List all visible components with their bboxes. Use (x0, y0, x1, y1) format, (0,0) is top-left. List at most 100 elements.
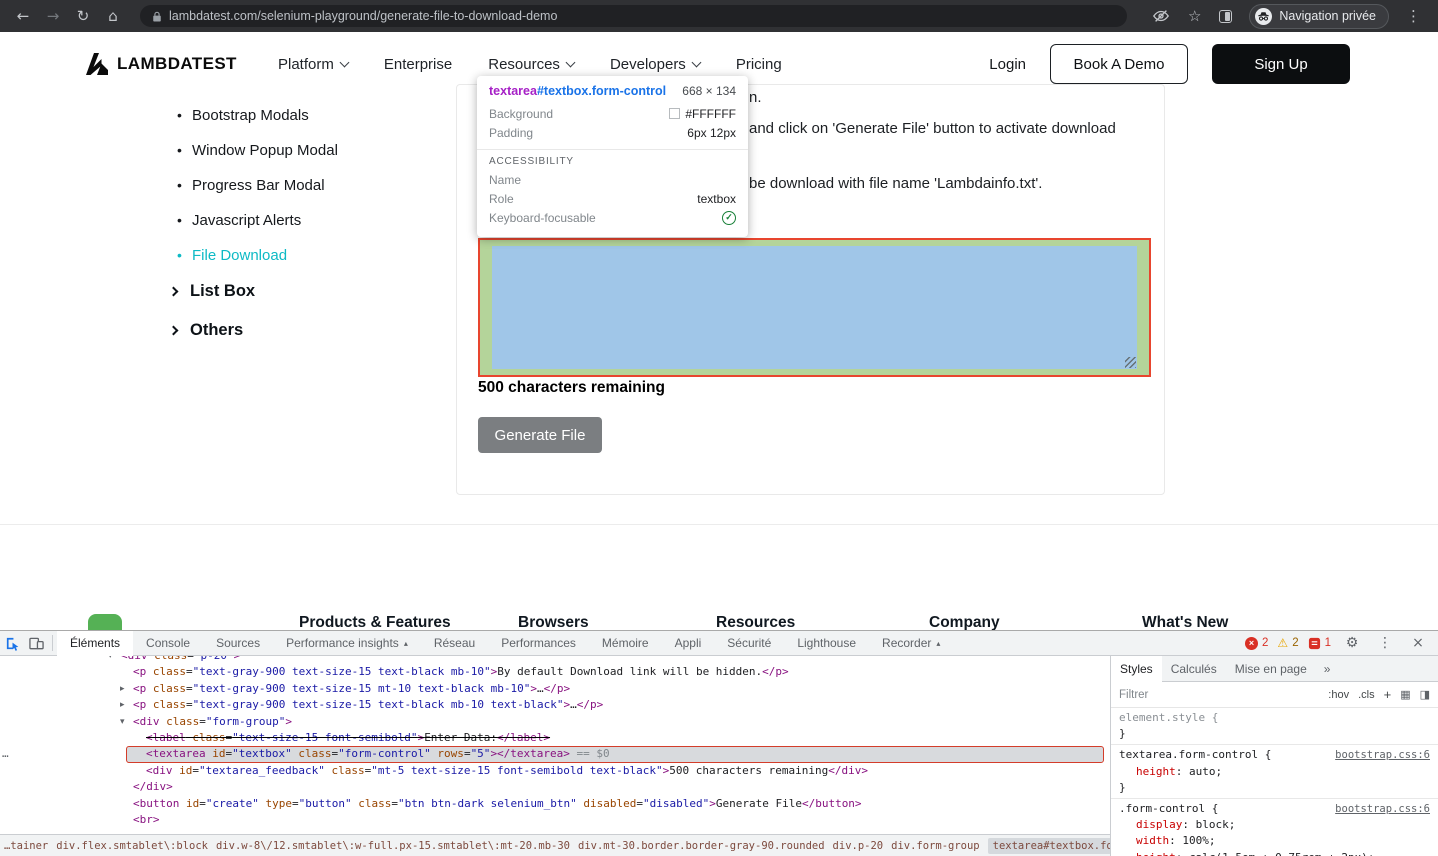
login-link[interactable]: Login (989, 56, 1026, 73)
browser-menu-icon[interactable]: ⋮ (1406, 7, 1421, 25)
devtools-close-icon[interactable]: × (1406, 631, 1430, 655)
nav-item-platform[interactable]: Platform (278, 56, 350, 73)
devtools-tab-console[interactable]: Console (133, 631, 203, 656)
dom-row[interactable]: <p class="text-gray-900 text-size-15 tex… (0, 664, 1110, 680)
devtools-tab-sécurité[interactable]: Sécurité (714, 631, 784, 656)
css-property[interactable]: height: auto; (1119, 764, 1430, 780)
book-a-demo-button[interactable]: Book A Demo (1050, 44, 1188, 84)
home-icon[interactable]: ⌂ (100, 7, 126, 25)
device-toolbar-icon[interactable] (24, 631, 48, 655)
settings-gear-icon[interactable]: ⚙ (1340, 631, 1364, 655)
dom-row[interactable]: ▾ <div class="p-20"> (0, 656, 1110, 664)
eye-off-icon[interactable] (1152, 7, 1170, 25)
dom-row-code: <p class="text-gray-900 text-size-15 tex… (133, 665, 789, 679)
forward-icon[interactable]: → (40, 7, 66, 25)
breadcrumb-item[interactable]: textarea#textbox.form-control (987, 837, 1110, 854)
console-error-count[interactable]: × 2 (1245, 636, 1268, 650)
devtools-tab-label: Lighthouse (797, 636, 857, 650)
devtools-tab-réseau[interactable]: Réseau (421, 631, 488, 656)
console-warning-count[interactable]: ⚠ 2 (1277, 636, 1298, 650)
dom-row[interactable]: … <textarea id="textbox" class="form-cont… (0, 746, 1110, 764)
stylesheet-link[interactable]: bootstrap.css:6 (1327, 747, 1430, 763)
breadcrumb-item[interactable]: div.form-group (891, 840, 980, 852)
chevron-down-icon (691, 57, 702, 67)
styles-tab-calculés[interactable]: Calculés (1162, 656, 1226, 682)
sidebar-item-bootstrap-modals[interactable]: Bootstrap Modals (177, 108, 338, 123)
dom-row[interactable]: </div> (0, 779, 1110, 795)
nav-item-resources[interactable]: Resources (488, 56, 576, 73)
devtools-tab-recorder[interactable]: Recorder ▴ (869, 631, 953, 656)
css-selector[interactable]: element.style { (1119, 710, 1218, 726)
paragraph-fragment: n. (749, 89, 762, 106)
dom-row[interactable]: <br> (0, 812, 1110, 828)
styles-filter-input[interactable] (1119, 688, 1320, 701)
lambdatest-logo[interactable]: LAMBDATEST (84, 32, 237, 96)
dom-row[interactable]: ▸ <p class="text-gray-900 text-size-15 te… (0, 697, 1110, 713)
sidebar-group-others[interactable]: Others (168, 311, 255, 350)
css-property[interactable]: width: 100%; (1119, 833, 1430, 849)
nav-item-developers[interactable]: Developers (610, 56, 702, 73)
breadcrumb-item[interactable]: div.flex.smtablet\:block (56, 840, 208, 852)
issues-count[interactable]: 1 (1308, 637, 1331, 650)
dom-row-code: <p class="text-gray-900 text-size-15 tex… (133, 698, 604, 712)
pseudo-state-toggle[interactable]: :hov (1328, 689, 1349, 701)
generate-file-button[interactable]: Generate File (478, 417, 602, 453)
side-panel-icon[interactable] (1219, 9, 1233, 23)
styles-tab-mise-en-page[interactable]: Mise en page (1226, 656, 1316, 682)
address-bar[interactable]: lambdatest.com/selenium-playground/gener… (140, 5, 1127, 27)
experiment-icon: ▴ (936, 638, 941, 648)
dom-row[interactable]: ▸ <p class="text-gray-900 text-size-15 mt… (0, 681, 1110, 697)
devtools-menu-icon[interactable]: ⋮ (1373, 631, 1397, 655)
devtools-tab-performance-insights[interactable]: Performance insights ▴ (273, 631, 421, 656)
chevron-right-icon (168, 325, 179, 336)
twisty-right-icon[interactable]: ▸ (120, 697, 125, 713)
sidebar-item-javascript-alerts[interactable]: Javascript Alerts (177, 213, 338, 228)
devtools-tab-performances[interactable]: Performances (488, 631, 589, 656)
sidebar-item-progress-bar-modal[interactable]: Progress Bar Modal (177, 178, 338, 193)
styles-tab-styles[interactable]: Styles (1111, 655, 1162, 682)
new-style-rule-icon[interactable]: + (1384, 687, 1392, 702)
css-property[interactable]: display: block; (1119, 817, 1430, 833)
grid-editor-icon[interactable]: ▦ (1400, 688, 1410, 701)
nav-item-label: Enterprise (383, 55, 453, 73)
resize-grip-icon[interactable] (1125, 357, 1136, 368)
nav-item-enterprise[interactable]: Enterprise (384, 56, 452, 73)
bookmark-star-icon[interactable]: ☆ (1188, 7, 1201, 25)
css-selector[interactable]: .form-control { (1119, 801, 1218, 817)
devtools-tab-lighthouse[interactable]: Lighthouse (784, 631, 869, 656)
sign-up-button[interactable]: Sign Up (1212, 44, 1350, 84)
computed-panel-toggle-icon[interactable]: ◨ (1420, 688, 1430, 701)
inspect-icon[interactable] (0, 631, 24, 655)
dom-row[interactable]: <div id="textarea_feedback" class="mt-5 … (0, 763, 1110, 779)
more-tabs-icon[interactable]: » (1324, 662, 1331, 676)
devtools-tab-sources[interactable]: Sources (203, 631, 273, 656)
nav-item-pricing[interactable]: Pricing (736, 56, 782, 73)
breadcrumb-item[interactable]: div.mt-30.border.border-gray-90.rounded (578, 840, 825, 852)
devtools-tab-appli[interactable]: Appli (662, 631, 715, 656)
breadcrumb-item[interactable]: div.p-20 (833, 840, 884, 852)
twisty-down-icon[interactable]: ▾ (120, 714, 125, 730)
back-icon[interactable]: ← (10, 7, 36, 25)
sidebar-item-window-popup-modal[interactable]: Window Popup Modal (177, 143, 338, 158)
devtools-tab-mémoire[interactable]: Mémoire (589, 631, 662, 656)
css-selector[interactable]: textarea.form-control { (1119, 747, 1271, 763)
stylesheet-link[interactable]: bootstrap.css:6 (1327, 801, 1430, 817)
textbox-textarea[interactable] (478, 238, 1151, 377)
devtools-tab-éléments[interactable]: Éléments (57, 630, 134, 656)
elements-panel: ▾ <div class="p-20"> <p class="text-gray-9… (0, 656, 1110, 834)
url-text[interactable]: lambdatest.com/selenium-playground/gener… (169, 9, 557, 23)
breadcrumb-item[interactable]: div.w-8\/12.smtablet\:w-full.px-15.smtab… (216, 840, 570, 852)
dom-row[interactable]: <button id="create" type="button" class=… (0, 796, 1110, 812)
element-classes-toggle[interactable]: .cls (1358, 689, 1375, 701)
dom-row[interactable]: <label class="text-size-15 font-semibold… (0, 730, 1110, 746)
twisty-down-icon[interactable]: ▾ (108, 656, 113, 664)
twisty-right-icon[interactable]: ▸ (120, 681, 125, 697)
breadcrumb-item[interactable]: …tainer (4, 840, 48, 852)
css-property[interactable]: height: calc(1.5em + 0.75rem + 2px); (1119, 850, 1430, 856)
reload-icon[interactable]: ↻ (70, 7, 96, 25)
sidebar-item-file-download[interactable]: File Download (177, 248, 338, 263)
dom-row[interactable]: ▾ <div class="form-group"> (0, 714, 1110, 730)
overflow-dots-icon: … (2, 747, 9, 761)
padding-value: 6px 12px (687, 125, 736, 140)
sidebar-group-list-box[interactable]: List Box (168, 272, 255, 311)
